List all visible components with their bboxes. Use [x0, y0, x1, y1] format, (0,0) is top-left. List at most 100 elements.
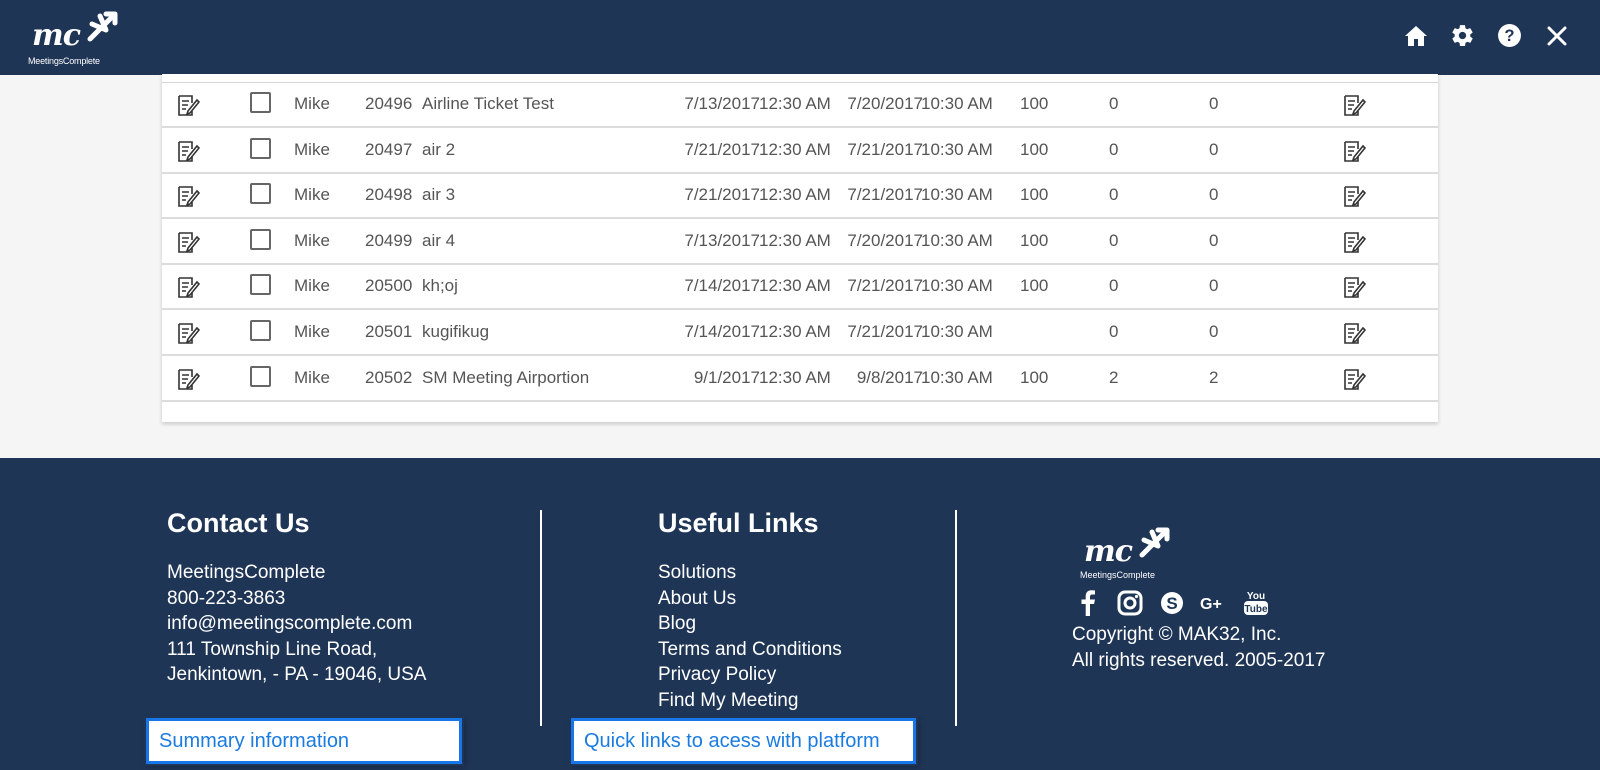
- id-cell: 20501: [365, 322, 413, 341]
- gear-icon[interactable]: [1449, 22, 1476, 49]
- useful-links-list: Solutions About Us Blog Terms and Condit…: [658, 560, 842, 713]
- row-checkbox[interactable]: [250, 228, 271, 250]
- meeting-name-cell[interactable]: air 4: [422, 231, 455, 251]
- meetingscomplete-logo[interactable]: mc MeetingsComplete: [26, 8, 126, 70]
- svg-text:?: ?: [1504, 26, 1514, 45]
- end-date-cell: 7/20/2017: [847, 94, 923, 113]
- table-row[interactable]: Mike 20497 air 2 7/21/2017 12:30 AM 7/21…: [162, 128, 1438, 174]
- row-checkbox[interactable]: [250, 274, 271, 296]
- start-date-cell: 9/1/2017: [693, 367, 760, 387]
- edit-icon[interactable]: [176, 367, 200, 391]
- google-plus-icon[interactable]: G+: [1200, 589, 1228, 617]
- table-row[interactable]: Mike 20496 Airline Ticket Test 7/13/2017…: [162, 82, 1438, 128]
- svg-text:G+: G+: [1200, 596, 1222, 613]
- edit-details-icon[interactable]: [1342, 321, 1366, 345]
- start-time-cell: 12:30 AM: [759, 322, 831, 341]
- instagram-icon[interactable]: [1116, 589, 1144, 617]
- table-row[interactable]: Mike 20499 air 4 7/13/2017 12:30 AM 7/20…: [162, 219, 1438, 265]
- edit-icon[interactable]: [176, 93, 200, 117]
- link-privacy[interactable]: Privacy Policy: [658, 662, 842, 688]
- meeting-name-cell[interactable]: kugifikug: [422, 322, 489, 342]
- svg-text:S: S: [1166, 594, 1177, 613]
- site-footer: Contact Us MeetingsComplete 800-223-3863…: [0, 458, 1600, 770]
- capacity-cell: 100: [1020, 276, 1049, 296]
- footer-logo-text: mc: [1084, 534, 1133, 569]
- row-checkbox[interactable]: [250, 365, 271, 387]
- id-cell: 20499: [365, 230, 413, 250]
- meeting-name-cell[interactable]: Airline Ticket Test: [422, 94, 554, 114]
- owner-cell: Mike: [294, 230, 330, 250]
- meeting-name-cell[interactable]: air 3: [422, 185, 455, 205]
- edit-icon[interactable]: [176, 184, 200, 208]
- row-checkbox[interactable]: [250, 92, 271, 113]
- owner-cell: Mike: [294, 139, 330, 159]
- contact-company: MeetingsComplete: [167, 562, 326, 583]
- quick-links-tooltip: Quick links to acess with platform: [571, 718, 916, 764]
- count-cell-2: 0: [1209, 139, 1219, 159]
- close-icon[interactable]: [1543, 22, 1570, 49]
- link-blog[interactable]: Blog: [658, 611, 842, 637]
- owner-cell: Mike: [294, 367, 330, 387]
- row-checkbox[interactable]: [250, 320, 271, 341]
- end-date-cell: 7/21/2017: [847, 139, 923, 159]
- edit-details-icon[interactable]: [1342, 230, 1366, 254]
- useful-links-heading: Useful Links: [658, 508, 819, 538]
- start-time-cell: 12:30 AM: [759, 367, 831, 387]
- contact-address-line2: Jenkintown, - PA - 19046, USA: [167, 664, 427, 685]
- table-row[interactable]: Mike 20501 kugifikug 7/14/2017 12:30 AM …: [162, 310, 1438, 356]
- edit-details-icon[interactable]: [1342, 184, 1366, 208]
- count-cell-1: 0: [1109, 94, 1119, 113]
- link-terms[interactable]: Terms and Conditions: [658, 637, 842, 663]
- count-cell-1: 0: [1109, 185, 1119, 205]
- end-time-cell: 10:30 AM: [921, 276, 993, 296]
- header-actions: ?: [1402, 22, 1570, 49]
- row-checkbox[interactable]: [250, 137, 271, 159]
- edit-details-icon[interactable]: [1342, 93, 1366, 117]
- meeting-name-cell[interactable]: SM Meeting Airportion: [422, 368, 589, 388]
- contact-phone[interactable]: 800-223-3863: [167, 586, 426, 612]
- logo-subtext: MeetingsComplete: [28, 56, 100, 66]
- count-cell-2: 0: [1209, 276, 1219, 296]
- meeting-name-cell[interactable]: kh;oj: [422, 276, 458, 296]
- link-find-meeting[interactable]: Find My Meeting: [658, 688, 842, 714]
- contact-email[interactable]: info@meetingscomplete.com: [167, 611, 426, 637]
- edit-details-icon[interactable]: [1342, 139, 1366, 163]
- table-row[interactable]: Mike 20498 air 3 7/21/2017 12:30 AM 7/21…: [162, 173, 1438, 220]
- end-date-cell: 9/8/2017: [856, 367, 923, 387]
- link-solutions[interactable]: Solutions: [658, 560, 842, 586]
- help-icon[interactable]: ?: [1496, 22, 1523, 49]
- airplane-icon: [1139, 527, 1170, 558]
- skype-icon[interactable]: S: [1158, 589, 1186, 617]
- edit-details-icon[interactable]: [1342, 275, 1366, 299]
- owner-cell: Mike: [294, 94, 330, 113]
- table-row[interactable]: Mike 20500 kh;oj 7/14/2017 12:30 AM 7/21…: [162, 264, 1438, 311]
- edit-details-icon[interactable]: [1342, 367, 1366, 391]
- owner-cell: Mike: [294, 276, 330, 296]
- capacity-cell: 100: [1020, 94, 1049, 113]
- owner-cell: Mike: [294, 322, 330, 341]
- id-cell: 20498: [365, 185, 413, 205]
- edit-icon[interactable]: [176, 321, 200, 345]
- home-icon[interactable]: [1402, 22, 1429, 49]
- start-date-cell: 7/21/2017: [684, 185, 760, 205]
- start-time-cell: 12:30 AM: [759, 139, 831, 159]
- youtube-icon[interactable]: You Tube: [1242, 589, 1270, 617]
- edit-icon[interactable]: [176, 275, 200, 299]
- table-row[interactable]: Mike 20502 SM Meeting Airportion 9/1/201…: [162, 356, 1438, 402]
- link-about-us[interactable]: About Us: [658, 586, 842, 612]
- owner-cell: Mike: [294, 185, 330, 205]
- row-checkbox[interactable]: [250, 183, 271, 205]
- end-date-cell: 7/21/2017: [847, 276, 923, 296]
- meeting-name-cell[interactable]: air 2: [422, 140, 455, 160]
- id-cell: 20497: [365, 139, 413, 159]
- facebook-icon[interactable]: [1074, 589, 1102, 617]
- start-time-cell: 12:30 AM: [759, 94, 831, 113]
- summary-information-tooltip: Summary information: [146, 718, 462, 764]
- id-cell: 20502: [365, 367, 413, 387]
- edit-icon[interactable]: [176, 230, 200, 254]
- end-date-cell: 7/20/2017: [847, 230, 923, 250]
- count-cell-2: 2: [1209, 367, 1219, 387]
- count-cell-1: 0: [1109, 139, 1119, 159]
- edit-icon[interactable]: [176, 139, 200, 163]
- end-time-cell: 10:30 AM: [921, 185, 993, 205]
